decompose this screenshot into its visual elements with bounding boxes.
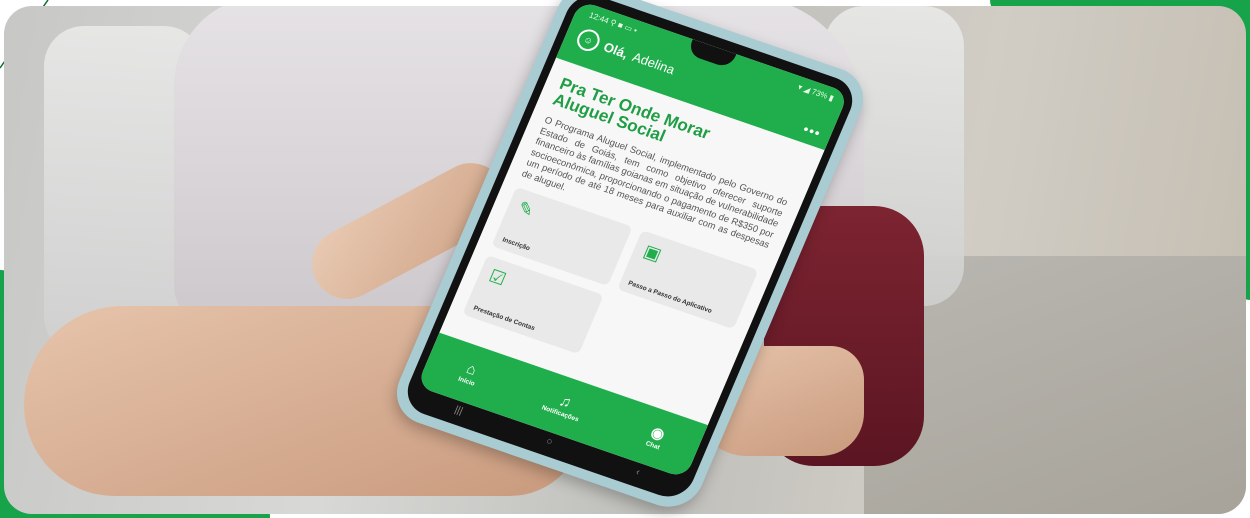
nav-inicio[interactable]: ⌂ Início [457, 360, 482, 387]
user-name: Adelina [630, 48, 678, 77]
document-check-icon: ☑ [485, 265, 510, 290]
status-bar-right: ▾ ◢ 73% ▮ [796, 82, 836, 103]
chat-icon: ◉ [648, 423, 668, 444]
home-button[interactable]: ○ [543, 436, 554, 451]
greeting-label: Olá, [601, 38, 631, 61]
back-button[interactable]: ‹ [633, 467, 641, 481]
card-label: Inscrição [501, 236, 531, 253]
more-menu-icon[interactable]: ••• [801, 121, 824, 142]
recent-apps-button[interactable]: ||| [452, 404, 465, 419]
bell-icon: ♫ [556, 392, 574, 412]
card-label: Prestação de Contas [472, 304, 536, 333]
nav-notificacoes[interactable]: ♫ Notificações [540, 389, 586, 423]
phone-guide-icon: ▣ [640, 240, 665, 265]
photo-frame: 12:44 ⚲ ■ ▭ • ▾ ◢ 73% ▮ ☺ Olá, Adelina •… [0, 0, 1250, 518]
edit-icon: ✎ [514, 197, 538, 221]
home-icon: ⌂ [463, 360, 480, 379]
nav-chat[interactable]: ◉ Chat [644, 423, 668, 452]
card-label: Passo a Passo do Aplicativo [627, 279, 713, 315]
avatar-icon[interactable]: ☺ [573, 26, 604, 54]
